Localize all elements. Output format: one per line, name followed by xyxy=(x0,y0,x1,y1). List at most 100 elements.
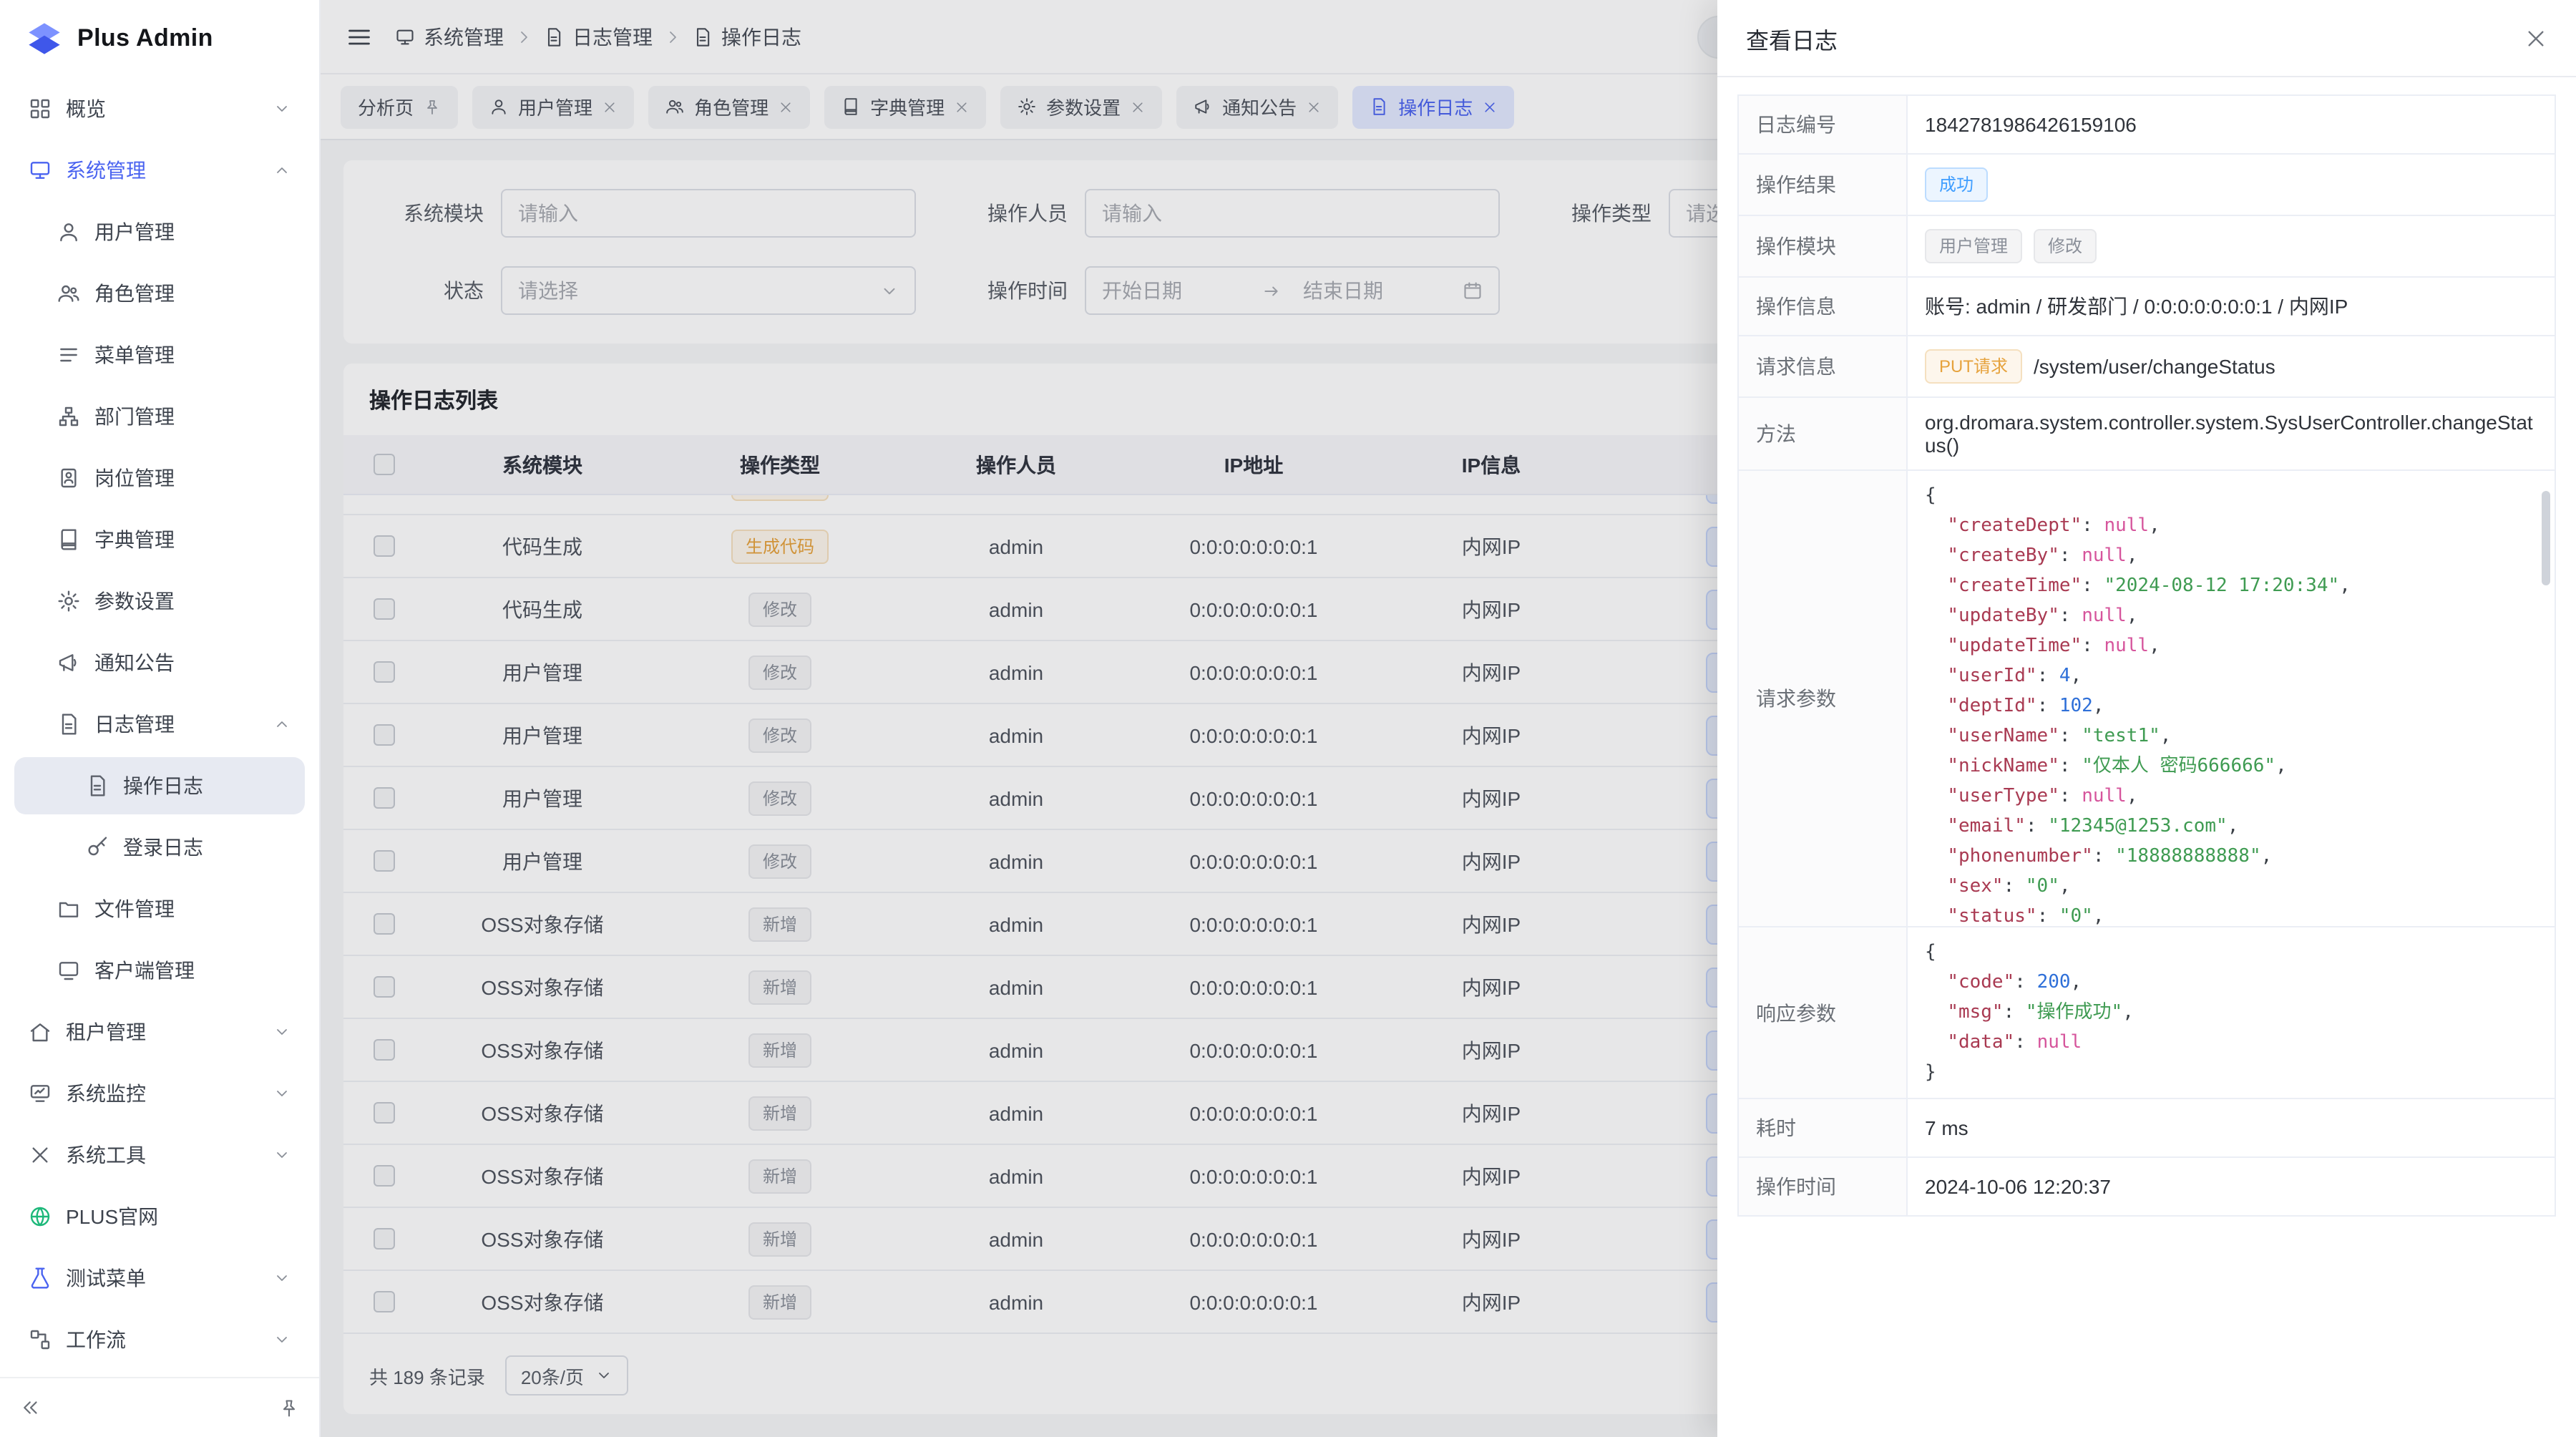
sidebar-item-notice[interactable]: 通知公告 xyxy=(14,634,305,691)
sidebar-item-login-log[interactable]: 登录日志 xyxy=(14,819,305,876)
detail-value-method: org.dromara.system.controller.system.Sys… xyxy=(1908,398,2555,469)
user-icon xyxy=(57,220,80,243)
tools-icon xyxy=(29,1144,52,1166)
loginlog-icon xyxy=(86,836,109,859)
client-icon xyxy=(57,959,80,982)
drawer-body: 日志编号1842781986426159106操作结果成功操作模块用户管理修改操… xyxy=(1717,77,2576,1437)
sidebar-item-label: 岗位管理 xyxy=(94,464,291,492)
notice-icon xyxy=(57,651,80,674)
sidebar-item-dept-mgmt[interactable]: 部门管理 xyxy=(14,388,305,445)
dept-icon xyxy=(57,405,80,428)
param-icon xyxy=(57,590,80,613)
workflow-icon xyxy=(29,1328,52,1351)
sidebar-item-system-monitor[interactable]: 系统监控 xyxy=(14,1065,305,1122)
detail-value-result: 成功 xyxy=(1908,155,2555,215)
post-icon xyxy=(57,467,80,489)
monitor-icon xyxy=(29,1082,52,1105)
sidebar-item-client-mgmt[interactable]: 客户端管理 xyxy=(14,942,305,999)
detail-label-cost: 耗时 xyxy=(1739,1099,1908,1156)
drawer-title: 查看日志 xyxy=(1746,21,1838,55)
user-icon xyxy=(57,220,80,243)
detail-row-request-params: 请求参数{ "createDept": null, "createBy": nu… xyxy=(1739,471,2555,927)
app-logo[interactable]: Plus Admin xyxy=(0,0,319,77)
tenant-icon xyxy=(29,1020,52,1043)
detail-value-response-params: { "code": 200, "msg": "操作成功", "data": nu… xyxy=(1908,927,2555,1098)
detail-tag: 修改 xyxy=(2034,229,2097,263)
sidebar-item-role-mgmt[interactable]: 角色管理 xyxy=(14,265,305,322)
tenant-icon xyxy=(29,1020,52,1043)
role-icon xyxy=(57,282,80,305)
log-detail-table: 日志编号1842781986426159106操作结果成功操作模块用户管理修改操… xyxy=(1737,94,2556,1217)
client-icon xyxy=(57,959,80,982)
sidebar-item-label: 部门管理 xyxy=(94,402,291,431)
sidebar-item-param-settings[interactable]: 参数设置 xyxy=(14,573,305,630)
sidebar-item-dict-mgmt[interactable]: 字典管理 xyxy=(14,511,305,568)
detail-label-request-params: 请求参数 xyxy=(1739,471,1908,926)
sidebar-item-test-menu[interactable]: 测试菜单 xyxy=(14,1250,305,1307)
sidebar-item-system-mgmt[interactable]: 系统管理 xyxy=(14,142,305,199)
workflow-icon xyxy=(29,1328,52,1351)
sidebar-item-file-mgmt[interactable]: 文件管理 xyxy=(14,880,305,937)
globe-icon xyxy=(29,1205,52,1228)
monitor-icon xyxy=(29,1082,52,1105)
app-root: Plus Admin 概览系统管理用户管理角色管理菜单管理部门管理岗位管理字典管… xyxy=(0,0,2576,1437)
detail-row-time: 操作时间2024-10-06 12:20:37 xyxy=(1739,1158,2555,1217)
view-log-drawer: 查看日志 日志编号1842781986426159106操作结果成功操作模块用户… xyxy=(1717,0,2576,1437)
detail-row-module: 操作模块用户管理修改 xyxy=(1739,216,2555,278)
detail-value-time: 2024-10-06 12:20:37 xyxy=(1908,1158,2555,1215)
detail-label-response-params: 响应参数 xyxy=(1739,927,1908,1098)
chevron-down-icon xyxy=(273,1146,291,1164)
detail-label-request: 请求信息 xyxy=(1739,336,1908,396)
test-icon xyxy=(29,1267,52,1290)
json-code-block[interactable]: { "code": 200, "msg": "操作成功", "data": nu… xyxy=(1908,927,2555,1098)
sidebar-footer xyxy=(0,1377,319,1437)
sidebar-item-label: 概览 xyxy=(66,94,259,123)
detail-value-log-id: 1842781986426159106 xyxy=(1908,96,2555,153)
sidebar-item-post-mgmt[interactable]: 岗位管理 xyxy=(14,449,305,507)
system-icon xyxy=(29,159,52,182)
dict-icon xyxy=(57,528,80,551)
sidebar-item-label: 系统监控 xyxy=(66,1079,259,1108)
json-code-block[interactable]: { "createDept": null, "createBy": null, … xyxy=(1908,471,2555,926)
detail-row-cost: 耗时7 ms xyxy=(1739,1099,2555,1158)
close-drawer-icon[interactable] xyxy=(2524,26,2547,49)
sidebar-item-label: 用户管理 xyxy=(94,218,291,246)
sidebar-item-label: 通知公告 xyxy=(94,648,291,677)
dashboard-icon xyxy=(29,97,52,120)
chevron-down-icon xyxy=(273,1023,291,1041)
chevron-down-icon xyxy=(273,1331,291,1348)
sidebar: Plus Admin 概览系统管理用户管理角色管理菜单管理部门管理岗位管理字典管… xyxy=(0,0,321,1437)
detail-label-module: 操作模块 xyxy=(1739,216,1908,276)
sidebar-item-overview[interactable]: 概览 xyxy=(14,80,305,137)
menu-icon xyxy=(57,344,80,366)
sidebar-item-label: 参数设置 xyxy=(94,587,291,615)
chevron-up-icon xyxy=(273,716,291,733)
collapse-sidebar-icon[interactable] xyxy=(20,1397,42,1418)
folder-icon xyxy=(57,897,80,920)
scrollbar-thumb[interactable] xyxy=(2542,491,2550,585)
sidebar-item-tenant-mgmt[interactable]: 租户管理 xyxy=(14,1003,305,1061)
chevron-down-icon xyxy=(273,1085,291,1102)
sidebar-item-operation-log[interactable]: 操作日志 xyxy=(14,757,305,814)
chevron-down-icon xyxy=(273,100,291,117)
detail-tag: PUT请求 xyxy=(1925,349,2022,384)
sidebar-item-log-mgmt[interactable]: 日志管理 xyxy=(14,696,305,753)
sidebar-item-label: 测试菜单 xyxy=(66,1264,259,1292)
sidebar-item-workflow[interactable]: 工作流 xyxy=(14,1311,305,1368)
detail-tag: 用户管理 xyxy=(1925,229,2022,263)
sidebar-item-label: 系统管理 xyxy=(66,156,259,185)
pin-sidebar-icon[interactable] xyxy=(279,1398,299,1418)
chevron-up-icon xyxy=(273,162,291,179)
chevron-down-icon xyxy=(273,1023,291,1041)
test-icon xyxy=(29,1267,52,1290)
log-icon xyxy=(57,713,80,736)
detail-row-method: 方法org.dromara.system.controller.system.S… xyxy=(1739,398,2555,471)
sidebar-item-plus-site[interactable]: PLUS官网 xyxy=(14,1188,305,1245)
sidebar-item-user-mgmt[interactable]: 用户管理 xyxy=(14,203,305,260)
sidebar-item-menu-mgmt[interactable]: 菜单管理 xyxy=(14,326,305,384)
chevron-down-icon xyxy=(273,1085,291,1102)
sidebar-menu: 概览系统管理用户管理角色管理菜单管理部门管理岗位管理字典管理参数设置通知公告日志… xyxy=(0,77,319,1377)
chevron-down-icon xyxy=(273,1331,291,1348)
chevron-down-icon xyxy=(273,1146,291,1164)
sidebar-item-system-tools[interactable]: 系统工具 xyxy=(14,1126,305,1184)
